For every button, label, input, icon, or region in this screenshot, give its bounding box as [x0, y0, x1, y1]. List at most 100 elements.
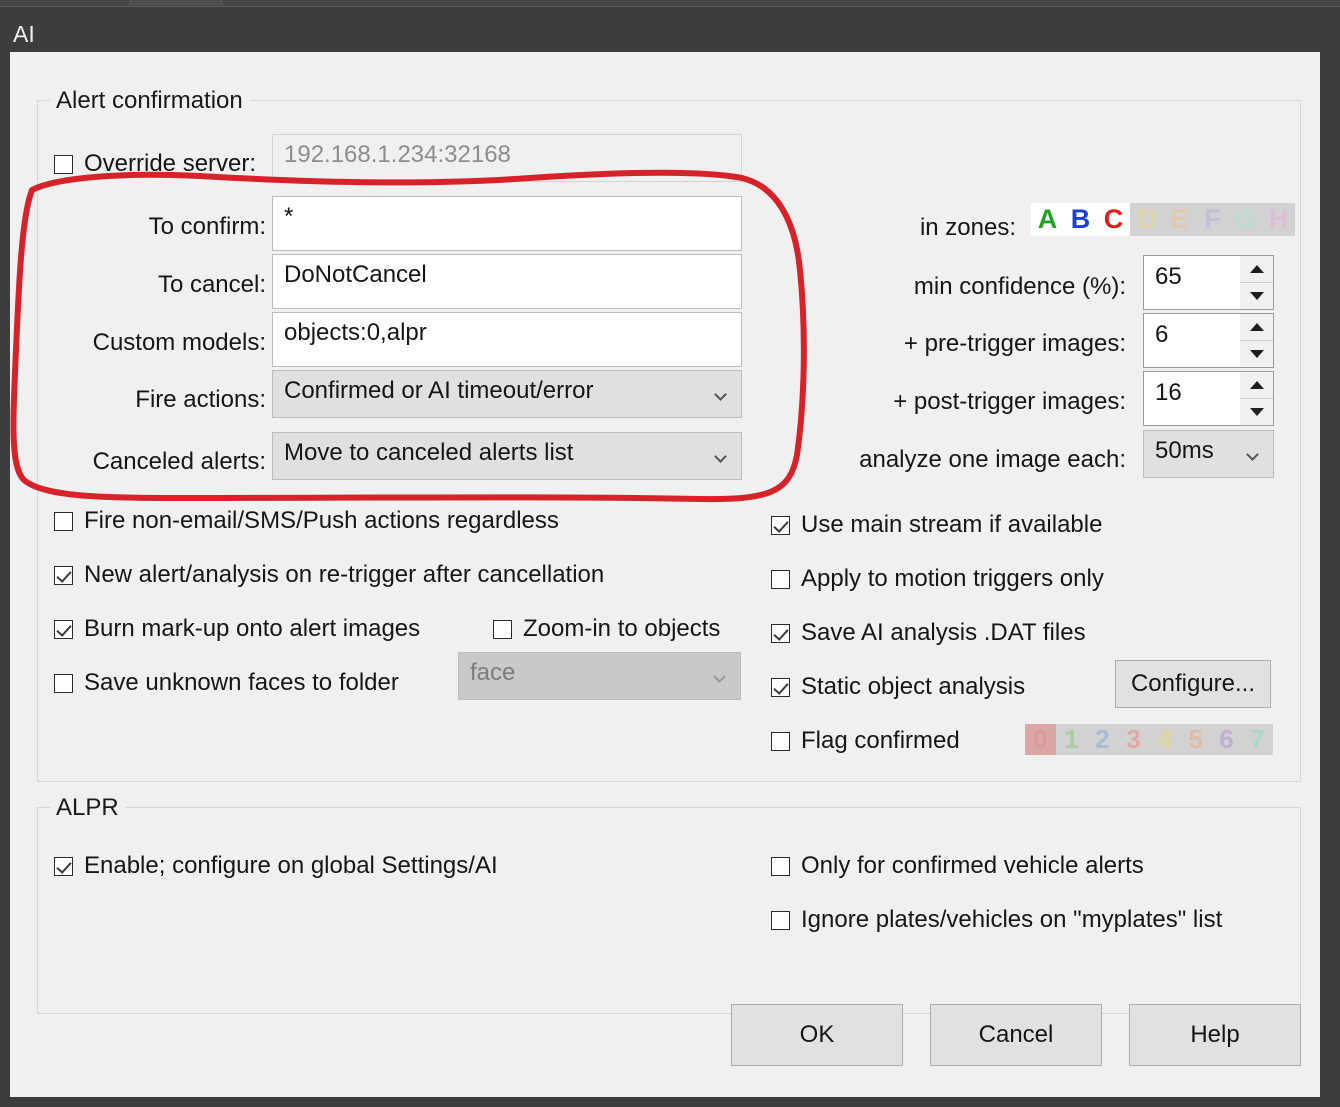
flag-cell-6[interactable]: 6 — [1211, 724, 1242, 755]
post-trigger-decrement-button[interactable] — [1240, 398, 1273, 425]
apply-motion-triggers-checkbox-box[interactable] — [771, 569, 790, 589]
fire-non-email-checkbox-box[interactable] — [54, 511, 73, 531]
pre-trigger-images-label: + pre-trigger images: — [903, 330, 1126, 357]
flag-cell-5[interactable]: 5 — [1180, 724, 1211, 755]
to-confirm-input[interactable]: * — [272, 196, 742, 251]
fire-actions-label: Fire actions: — [135, 386, 266, 413]
min-confidence-increment-button[interactable] — [1240, 256, 1273, 282]
zone-cell-e[interactable]: E — [1163, 203, 1196, 236]
fire-actions-combo[interactable]: Confirmed or AI timeout/error — [272, 370, 742, 418]
checkbox-static-object-analysis[interactable]: Static object analysis — [771, 674, 1025, 700]
override-server-label: Override server: — [84, 150, 257, 177]
checkbox-zoom-in-to-objects[interactable]: Zoom-in to objects — [493, 616, 720, 642]
fire-non-email-label: Fire non-email/SMS/Push actions regardle… — [84, 507, 559, 534]
min-confidence-value[interactable]: 65 — [1143, 255, 1241, 310]
checkbox-ignore-myplates[interactable]: Ignore plates/vehicles on "myplates" lis… — [771, 907, 1222, 933]
checkbox-only-confirmed-vehicle[interactable]: Only for confirmed vehicle alerts — [771, 853, 1144, 879]
flag-cell-4[interactable]: 4 — [1149, 724, 1180, 755]
flag-cell-0[interactable]: 0 — [1025, 724, 1056, 755]
to-cancel-input[interactable]: DoNotCancel — [272, 254, 742, 309]
checkbox-new-alert-retrigger[interactable]: New alert/analysis on re-trigger after c… — [54, 562, 604, 588]
triangle-down-icon — [1249, 292, 1264, 300]
triangle-down-icon — [1249, 408, 1264, 416]
checkbox-flag-confirmed[interactable]: Flag confirmed — [771, 728, 960, 754]
in-zones-label: in zones: — [919, 214, 1016, 241]
min-confidence-spinner[interactable]: 65 — [1143, 255, 1274, 310]
static-object-analysis-label: Static object analysis — [801, 673, 1026, 700]
pre-trigger-images-value[interactable]: 6 — [1143, 313, 1241, 368]
flag-number-selector[interactable]: 01234567 — [1025, 724, 1273, 755]
save-unknown-faces-checkbox-box[interactable] — [54, 673, 73, 693]
post-trigger-images-value[interactable]: 16 — [1143, 371, 1241, 426]
ignore-myplates-checkbox-box[interactable] — [771, 910, 790, 930]
override-server-input[interactable]: 192.168.1.234:32168 — [272, 134, 742, 182]
checkbox-fire-non-email[interactable]: Fire non-email/SMS/Push actions regardle… — [54, 508, 559, 534]
zoom-in-objects-label: Zoom-in to objects — [523, 615, 721, 642]
ok-button[interactable]: OK — [731, 1004, 903, 1066]
flag-confirmed-label: Flag confirmed — [801, 727, 960, 754]
pre-trigger-decrement-button[interactable] — [1240, 340, 1273, 367]
alpr-enable-label: Enable; configure on global Settings/AI — [84, 852, 498, 879]
post-trigger-images-label: + post-trigger images: — [893, 388, 1126, 415]
to-cancel-label: To cancel: — [157, 271, 266, 298]
flag-cell-3[interactable]: 3 — [1118, 724, 1149, 755]
override-server-checkbox-box[interactable] — [54, 154, 73, 174]
post-trigger-spin-buttons[interactable] — [1240, 371, 1274, 426]
faces-folder-value: face — [470, 659, 516, 686]
zone-selector[interactable]: ABCDEFGH — [1031, 203, 1295, 236]
only-confirmed-vehicle-checkbox-box[interactable] — [771, 856, 790, 876]
group-alpr-legend: ALPR — [50, 795, 126, 821]
burn-markup-checkbox-box[interactable] — [54, 619, 73, 639]
zone-cell-a[interactable]: A — [1031, 203, 1064, 236]
save-dat-files-checkbox-box[interactable] — [771, 623, 790, 643]
cancel-button[interactable]: Cancel — [930, 1004, 1102, 1066]
zoom-in-objects-checkbox-box[interactable] — [493, 619, 512, 639]
new-alert-retrigger-label: New alert/analysis on re-trigger after c… — [84, 561, 605, 588]
canceled-alerts-value: Move to canceled alerts list — [284, 439, 574, 466]
canceled-alerts-combo[interactable]: Move to canceled alerts list — [272, 432, 742, 480]
custom-models-input[interactable]: objects:0,alpr — [272, 312, 742, 367]
zone-cell-d[interactable]: D — [1130, 203, 1163, 236]
alpr-enable-checkbox-box[interactable] — [54, 856, 73, 876]
checkbox-save-dat-files[interactable]: Save AI analysis .DAT files — [771, 620, 1086, 646]
chevron-down-icon — [714, 672, 727, 680]
checkbox-burn-markup[interactable]: Burn mark-up onto alert images — [54, 616, 420, 642]
title-bar: AI — [0, 7, 1340, 52]
ai-settings-window: AI Alert confirmation Override server: 1… — [0, 0, 1340, 1107]
min-confidence-decrement-button[interactable] — [1240, 282, 1273, 309]
static-object-analysis-checkbox-box[interactable] — [771, 677, 790, 697]
new-alert-retrigger-checkbox-box[interactable] — [54, 565, 73, 585]
use-main-stream-label: Use main stream if available — [801, 511, 1103, 538]
pre-trigger-spin-buttons[interactable] — [1240, 313, 1274, 368]
flag-cell-1[interactable]: 1 — [1056, 724, 1087, 755]
checkbox-save-unknown-faces[interactable]: Save unknown faces to folder — [54, 670, 399, 696]
canceled-alerts-label: Canceled alerts: — [92, 448, 266, 475]
checkbox-alpr-enable[interactable]: Enable; configure on global Settings/AI — [54, 853, 498, 879]
apply-motion-triggers-label: Apply to motion triggers only — [801, 565, 1104, 592]
zone-cell-g[interactable]: G — [1229, 203, 1262, 236]
faces-folder-combo[interactable]: face — [458, 652, 741, 700]
analyze-each-label: analyze one image each: — [859, 446, 1126, 473]
dialog-client-area: Alert confirmation Override server: 192.… — [10, 52, 1320, 1097]
checkbox-apply-motion-triggers[interactable]: Apply to motion triggers only — [771, 566, 1104, 592]
checkbox-override-server[interactable]: Override server: — [54, 151, 256, 177]
configure-button[interactable]: Configure... — [1115, 660, 1271, 708]
zone-cell-c[interactable]: C — [1097, 203, 1130, 236]
min-confidence-spin-buttons[interactable] — [1240, 255, 1274, 310]
analyze-each-combo[interactable]: 50ms — [1143, 430, 1274, 478]
flag-cell-2[interactable]: 2 — [1087, 724, 1118, 755]
zone-cell-h[interactable]: H — [1262, 203, 1295, 236]
zone-cell-b[interactable]: B — [1064, 203, 1097, 236]
background-window-tab — [130, 0, 222, 5]
post-trigger-increment-button[interactable] — [1240, 372, 1273, 398]
pre-trigger-increment-button[interactable] — [1240, 314, 1273, 340]
zone-cell-f[interactable]: F — [1196, 203, 1229, 236]
burn-markup-label: Burn mark-up onto alert images — [84, 615, 421, 642]
flag-cell-7[interactable]: 7 — [1242, 724, 1273, 755]
use-main-stream-checkbox-box[interactable] — [771, 515, 790, 535]
flag-confirmed-checkbox-box[interactable] — [771, 731, 790, 751]
help-button[interactable]: Help — [1129, 1004, 1301, 1066]
post-trigger-images-spinner[interactable]: 16 — [1143, 371, 1274, 426]
checkbox-use-main-stream[interactable]: Use main stream if available — [771, 512, 1102, 538]
pre-trigger-images-spinner[interactable]: 6 — [1143, 313, 1274, 368]
